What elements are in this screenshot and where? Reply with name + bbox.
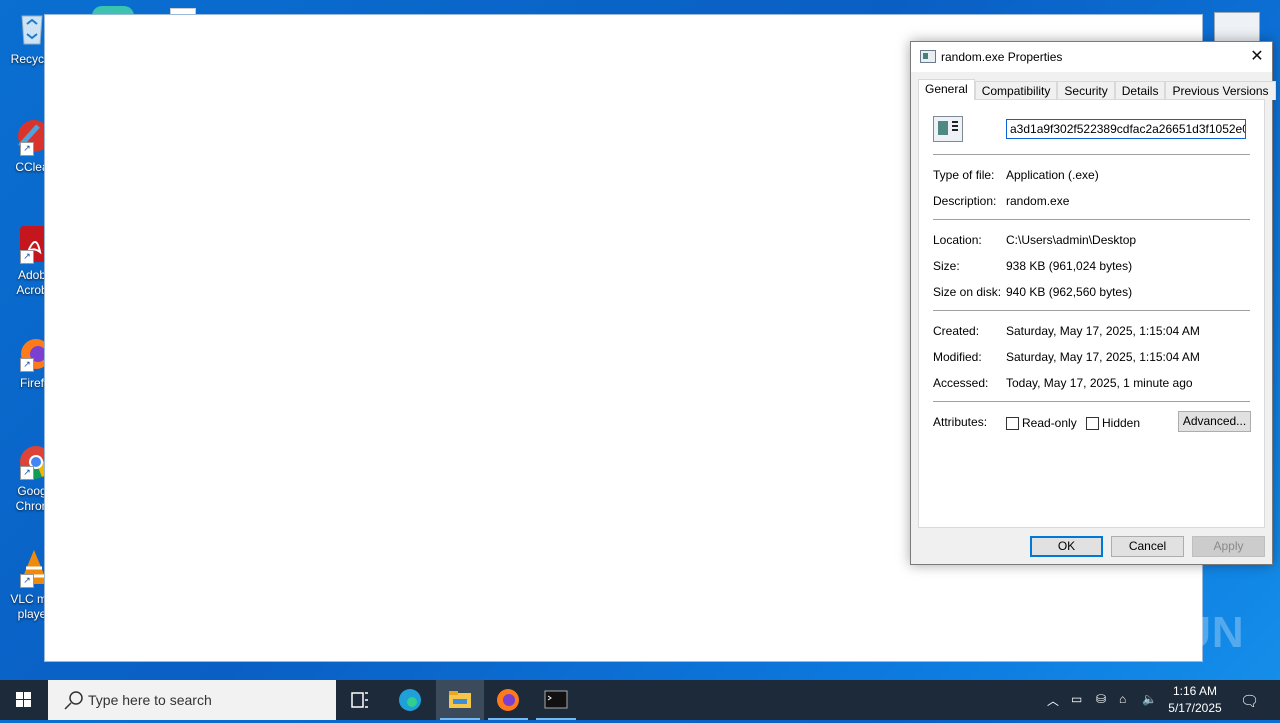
size-on-disk-value: 940 KB (962,560 bytes): [1006, 285, 1133, 299]
tab-security[interactable]: Security: [1057, 81, 1115, 100]
terminal-icon: [544, 690, 568, 709]
modified-label: Modified:: [933, 350, 982, 364]
description-label: Description:: [933, 194, 997, 208]
shortcut-arrow-icon: ↗: [20, 574, 34, 588]
advanced-button[interactable]: Advanced...: [1178, 411, 1251, 432]
edge-icon: [399, 689, 421, 711]
divider: [933, 154, 1250, 155]
tab-details[interactable]: Details: [1114, 81, 1166, 100]
hidden-label: Hidden: [1102, 416, 1141, 430]
divider: [933, 219, 1250, 220]
usb-icon[interactable]: ⛁: [1096, 692, 1106, 706]
hidden-checkbox[interactable]: [1086, 417, 1099, 430]
shortcut-arrow-icon: ↗: [20, 142, 34, 156]
notifications-icon[interactable]: 🗨: [1240, 692, 1259, 710]
task-view-icon: [351, 692, 368, 708]
divider: [933, 310, 1250, 311]
dialog-titlebar[interactable]: random.exe Properties ✕: [911, 42, 1272, 72]
taskbar-file-explorer[interactable]: [436, 680, 484, 720]
tab-strip: General Compatibility Security Details P…: [918, 79, 1276, 100]
divider: [933, 401, 1250, 402]
close-icon[interactable]: ✕: [1242, 42, 1272, 72]
accessed-value: Today, May 17, 2025, 1 minute ago: [1006, 376, 1193, 390]
shortcut-arrow-icon: ↗: [20, 358, 34, 372]
taskbar-edge[interactable]: [386, 680, 434, 720]
anyrun-watermark: ANY RUN: [1038, 608, 1245, 657]
general-panel: a3d1a9f302f522389cdfac2a26651d3f1052e038…: [918, 99, 1265, 528]
size-on-disk-label: Size on disk:: [933, 285, 1002, 299]
ok-button[interactable]: OK: [1030, 536, 1103, 557]
location-label: Location:: [933, 233, 982, 247]
network-icon[interactable]: ⌂: [1119, 692, 1126, 706]
attributes-label: Attributes:: [933, 415, 988, 429]
dialog-title: random.exe Properties: [941, 50, 1063, 64]
search-placeholder: Type here to search: [88, 692, 212, 708]
type-label: Type of file:: [933, 168, 995, 182]
accessed-label: Accessed:: [933, 376, 989, 390]
properties-dialog: random.exe Properties ✕ General Compatib…: [910, 41, 1276, 565]
app-window-icon: [920, 50, 936, 63]
apply-button[interactable]: Apply: [1192, 536, 1265, 557]
keyboard-icon[interactable]: ▭: [1071, 692, 1082, 706]
shortcut-arrow-icon: ↗: [20, 466, 34, 480]
taskbar-firefox[interactable]: [484, 680, 532, 720]
desktop-exe-file-icon[interactable]: [1214, 12, 1260, 42]
created-value: Saturday, May 17, 2025, 1:15:04 AM: [1006, 324, 1200, 338]
cancel-button[interactable]: Cancel: [1111, 536, 1184, 557]
description-value: random.exe: [1006, 194, 1070, 208]
taskbar-clock[interactable]: 1:16 AM 5/17/2025: [1160, 683, 1230, 717]
start-button[interactable]: [0, 680, 48, 720]
readonly-label: Read-only: [1022, 416, 1077, 430]
size-label: Size:: [933, 259, 960, 273]
volume-icon[interactable]: 🔈: [1142, 692, 1157, 706]
firefox-icon: [497, 689, 519, 711]
modified-value: Saturday, May 17, 2025, 1:15:04 AM: [1006, 350, 1200, 364]
exe-file-icon: [933, 116, 963, 142]
readonly-checkbox[interactable]: [1006, 417, 1019, 430]
tab-previous-versions[interactable]: Previous Versions: [1165, 81, 1276, 100]
taskbar-search-box[interactable]: Type here to search: [48, 680, 336, 720]
clock-time: 1:16 AM: [1172, 684, 1218, 698]
tab-compatibility[interactable]: Compatibility: [974, 81, 1058, 100]
windows-logo-icon: [16, 692, 31, 707]
task-view-button[interactable]: [336, 680, 384, 720]
type-value: Application (.exe): [1006, 168, 1099, 182]
size-value: 938 KB (961,024 bytes): [1006, 259, 1133, 273]
taskbar: Type here to search ︿ ▭ ⛁ ⌂ 🔈 1:16 AM 5/…: [0, 680, 1280, 720]
tab-general[interactable]: General: [918, 79, 975, 100]
location-value: C:\Users\admin\Desktop: [1006, 233, 1137, 247]
file-name-input[interactable]: a3d1a9f302f522389cdfac2a26651d3f1052e038…: [1006, 119, 1246, 139]
file-explorer-icon: [449, 691, 471, 708]
chevron-up-icon[interactable]: ︿: [1047, 692, 1059, 709]
taskbar-cmd[interactable]: [532, 680, 580, 720]
clock-date: 5/17/2025: [1168, 701, 1222, 715]
shortcut-arrow-icon: ↗: [20, 250, 34, 264]
created-label: Created:: [933, 324, 980, 338]
